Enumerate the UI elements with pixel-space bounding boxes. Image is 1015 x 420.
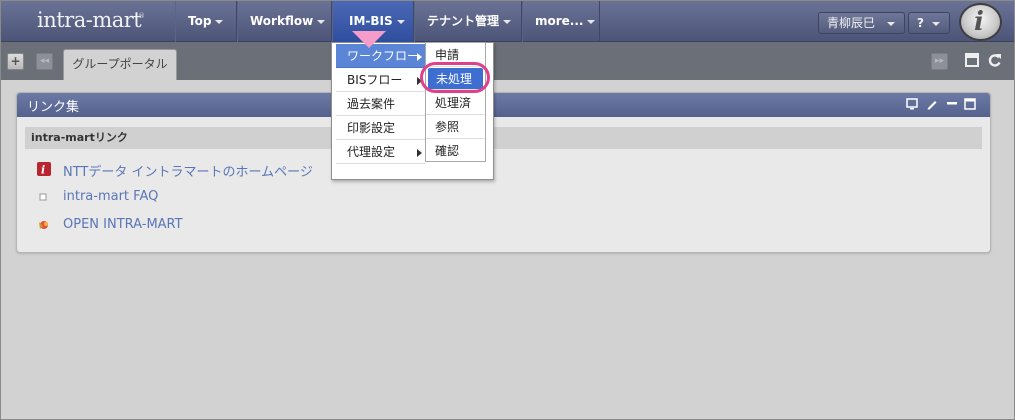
user-menu-button[interactable]: 青柳辰巳 xyxy=(818,12,905,34)
menu-item-seal-settings[interactable]: 印影設定 xyxy=(336,116,426,140)
menu-item-label: 印影設定 xyxy=(347,121,396,135)
faq-icon xyxy=(37,190,51,204)
chevron-down-icon xyxy=(503,19,512,24)
link-label: OPEN INTRA-MART xyxy=(63,217,183,232)
chevron-right-icon xyxy=(417,53,422,61)
nav-top[interactable]: Top xyxy=(175,1,237,42)
highlight-circle-annotation xyxy=(420,62,490,93)
edit-pencil-icon[interactable] xyxy=(926,98,938,110)
menu-item-proxy-settings[interactable]: 代理設定 xyxy=(336,140,426,164)
link-label: intra-mart FAQ xyxy=(63,189,159,204)
chevron-right-icon xyxy=(417,149,422,157)
open-intramart-icon xyxy=(37,218,51,232)
tab-group-portal-label: グループポータル xyxy=(72,57,168,71)
display-settings-icon[interactable] xyxy=(906,98,918,110)
portlet-title: リンク集 xyxy=(27,100,80,115)
add-tab-button[interactable]: + xyxy=(7,53,24,70)
nav-im-bis-label: IM-BIS xyxy=(349,14,393,28)
intramart-logo[interactable]: intra-mart ® xyxy=(1,1,175,42)
double-chevron-right-icon: ▸▸ xyxy=(934,56,945,66)
chevron-down-icon xyxy=(887,22,895,26)
chevron-down-icon xyxy=(587,19,596,24)
chevron-down-icon xyxy=(396,19,405,24)
help-menu-button[interactable]: ? xyxy=(908,12,950,34)
window-layout-icon[interactable] xyxy=(964,53,980,69)
minimize-icon[interactable] xyxy=(946,98,958,110)
menu-item-bis-flow[interactable]: BISフロー xyxy=(336,68,426,92)
workflow-submenu: 申請 未処理 処理済 参照 確認 xyxy=(425,42,486,162)
link-collection-portlet: リンク集 intra-martリンク i NTTデータ イントラマートのホームペ… xyxy=(16,92,991,253)
menu-item-label: 代理設定 xyxy=(347,145,396,159)
top-navbar: intra-mart ® Top Workflow IM-BIS テナント管理 … xyxy=(1,1,1014,42)
chevron-down-icon xyxy=(932,22,940,26)
avatar-letter: i xyxy=(974,7,984,37)
user-name: 青柳辰巳 xyxy=(827,16,876,30)
scroll-tabs-right-button[interactable]: ▸▸ xyxy=(931,53,948,70)
nav-tenant-admin[interactable]: テナント管理 xyxy=(414,1,522,42)
menu-item-label: 過去案件 xyxy=(347,97,396,111)
submenu-item-reference[interactable]: 参照 xyxy=(426,115,485,139)
section-header: intra-martリンク xyxy=(25,127,982,149)
plus-icon: + xyxy=(10,54,21,68)
refresh-icon[interactable] xyxy=(986,53,1002,69)
nav-more[interactable]: more... xyxy=(522,1,600,42)
chevron-down-icon xyxy=(317,19,326,24)
nav-workflow[interactable]: Workflow xyxy=(237,1,332,42)
submenu-item-processed[interactable]: 処理済 xyxy=(426,91,485,115)
chevron-down-icon xyxy=(215,19,224,24)
tab-group-portal[interactable]: グループポータル xyxy=(63,49,177,80)
nav-workflow-label: Workflow xyxy=(250,14,314,28)
logo-registered-mark: ® xyxy=(138,12,145,20)
double-chevron-left-icon: ◂◂ xyxy=(39,56,50,66)
avatar[interactable]: i xyxy=(959,3,1002,41)
portal-tab-bar: + ◂◂ グループポータル ▸▸ xyxy=(1,42,1014,80)
submenu-item-label: 申請 xyxy=(435,48,460,62)
submenu-item-label: 参照 xyxy=(435,120,460,134)
submenu-item-confirm[interactable]: 確認 xyxy=(426,139,485,163)
maximize-icon[interactable] xyxy=(964,98,976,110)
intramart-logo-icon: i xyxy=(37,162,51,177)
submenu-item-label: 処理済 xyxy=(435,96,472,110)
help-label: ? xyxy=(917,16,924,30)
nav-top-label: Top xyxy=(188,14,212,28)
pointer-arrow-annotation xyxy=(352,31,386,48)
submenu-item-label: 確認 xyxy=(435,144,460,158)
nav-tenant-admin-label: テナント管理 xyxy=(427,14,500,28)
svg-text:i: i xyxy=(41,164,45,177)
menu-item-label: BISフロー xyxy=(347,73,403,87)
menu-item-past-cases[interactable]: 過去案件 xyxy=(336,92,426,116)
scroll-tabs-left-button[interactable]: ◂◂ xyxy=(36,53,53,70)
nav-more-label: more... xyxy=(535,14,584,28)
menu-item-label: ワークフロー xyxy=(347,49,420,63)
link-label: NTTデータ イントラマートのホームページ xyxy=(63,165,313,180)
logo-text: intra-mart xyxy=(37,8,142,32)
portlet-header: リンク集 xyxy=(17,93,990,117)
